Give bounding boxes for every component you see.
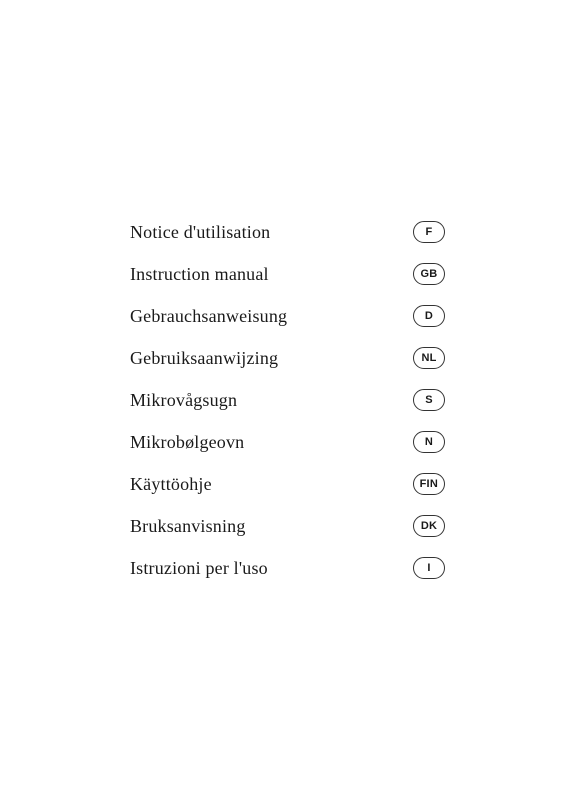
manual-item: Mikrovågsugn S [130,379,445,421]
manual-item: Bruksanvisning DK [130,505,445,547]
manual-label: Notice d'utilisation [130,222,270,243]
lang-badge: D [413,305,445,327]
lang-badge: DK [413,515,445,537]
manual-item: Gebrauchsanweisung D [130,295,445,337]
manual-label: Mikrovågsugn [130,390,237,411]
manual-item: Mikrobølgeovn N [130,421,445,463]
manual-item: Instruction manual GB [130,253,445,295]
manual-label: Gebruiksaanwijzing [130,348,278,369]
lang-badge: F [413,221,445,243]
manual-label: Istruzioni per l'uso [130,558,268,579]
manual-label: Käyttöohje [130,474,212,495]
manual-item: Istruzioni per l'uso I [130,547,445,589]
page-container: Notice d'utilisation F Instruction manual G… [0,0,565,800]
manual-item: Käyttöohje FIN [130,463,445,505]
lang-badge: S [413,389,445,411]
manual-label: Bruksanvisning [130,516,246,537]
manual-label: Mikrobølgeovn [130,432,244,453]
manual-item: Gebruiksaanwijzing NL [130,337,445,379]
manual-list: Notice d'utilisation F Instruction manual G… [130,211,445,589]
manual-item: Notice d'utilisation F [130,211,445,253]
lang-badge: FIN [413,473,445,495]
lang-badge: NL [413,347,445,369]
manual-label: Instruction manual [130,264,269,285]
manual-label: Gebrauchsanweisung [130,306,287,327]
lang-badge: N [413,431,445,453]
lang-badge: I [413,557,445,579]
lang-badge: GB [413,263,445,285]
